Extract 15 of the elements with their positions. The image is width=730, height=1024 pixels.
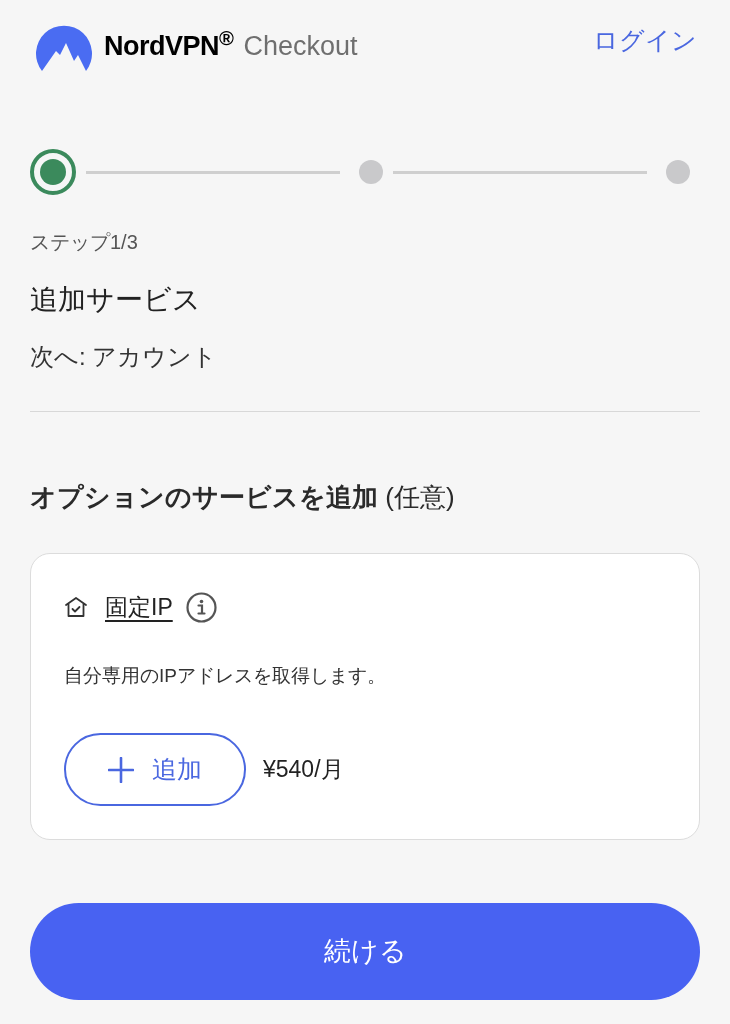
next-step-label: 次へ: アカウント: [30, 342, 218, 372]
checkout-label: Checkout: [243, 29, 358, 63]
house-check-icon: [64, 596, 88, 618]
add-button[interactable]: 追加: [64, 733, 246, 806]
plus-icon: [108, 756, 134, 783]
step-counter: ステップ1/3: [30, 230, 138, 255]
page-title: 追加サービス: [30, 283, 201, 317]
continue-button[interactable]: 続ける: [30, 903, 700, 1000]
brand-wordmark: NordVPN$^{®}$: [104, 25, 234, 63]
login-link[interactable]: ログイン: [593, 22, 697, 60]
addon-price: ¥540/月: [263, 755, 344, 785]
section-title: オプションのサービスを追加 (任意): [30, 481, 455, 514]
info-icon[interactable]: [185, 591, 217, 623]
addon-name-link[interactable]: 固定IP: [105, 589, 173, 625]
addon-description: 自分専用のIPアドレスを取得します。: [64, 664, 386, 688]
